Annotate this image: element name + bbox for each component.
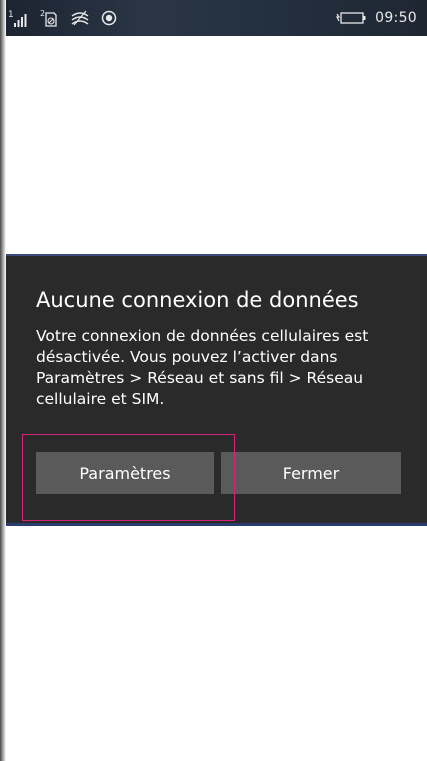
sim-number-label: 1 <box>8 10 14 20</box>
phone-screen: 1 2 09:50 Aucune connexion de données Vo… <box>0 0 427 761</box>
wifi-off-icon <box>70 9 90 27</box>
no-data-connection-dialog: Aucune connexion de données Votre connex… <box>6 256 427 523</box>
sim2-number-label: 2 <box>40 9 45 18</box>
close-button[interactable]: Fermer <box>221 452 401 494</box>
dialog-message: Votre connexion de données cellulaires e… <box>36 327 369 408</box>
settings-button[interactable]: Paramètres <box>36 452 214 494</box>
status-bar: 1 2 09:50 <box>0 0 427 36</box>
signal-icon: 1 <box>8 8 30 28</box>
dialog-title: Aucune connexion de données <box>36 288 359 312</box>
background-area-bottom <box>6 526 427 761</box>
status-bar-right: 09:50 <box>335 10 417 26</box>
background-area-top <box>6 36 427 256</box>
dialog-container: Aucune connexion de données Votre connex… <box>6 254 427 526</box>
location-icon <box>100 9 118 27</box>
sim2-no-data-icon: 2 <box>40 8 60 28</box>
status-bar-time: 09:50 <box>375 10 417 26</box>
status-bar-left: 1 2 <box>8 0 118 36</box>
battery-charging-icon <box>335 10 367 26</box>
